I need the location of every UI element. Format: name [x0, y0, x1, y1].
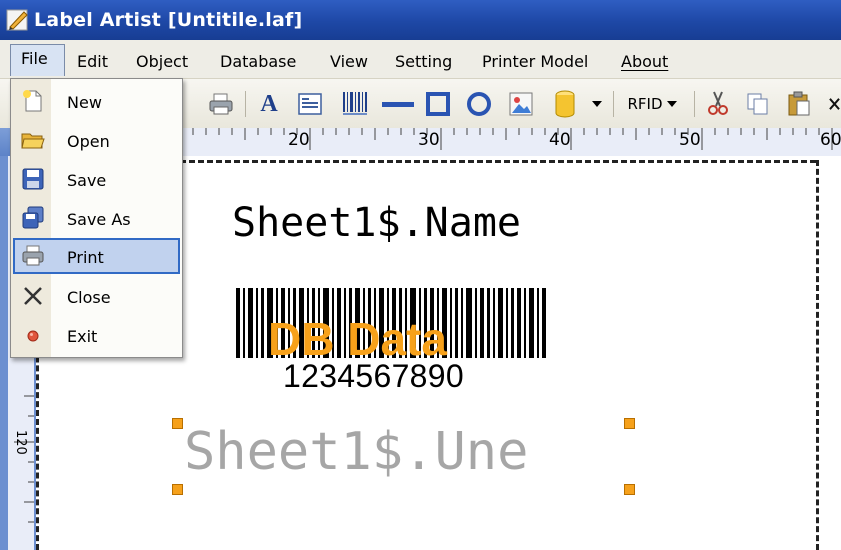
open-folder-icon	[21, 133, 45, 149]
text-tool-glyph: A	[260, 90, 278, 117]
scissors-icon	[708, 91, 728, 115]
text-box-icon	[298, 93, 322, 115]
print-tool-button[interactable]	[206, 90, 236, 118]
menu-database[interactable]: Database	[220, 48, 296, 75]
printer-icon	[22, 245, 44, 266]
close-tool-button[interactable]	[828, 90, 841, 118]
barcode-tool-button[interactable]	[340, 90, 370, 118]
ruler-mark-20: 20	[288, 130, 310, 150]
menu-item-label: Exit	[67, 327, 98, 346]
ruler-scale	[182, 128, 841, 156]
copy-icon	[747, 93, 768, 115]
file-menu-dropdown: New Open Save Save As Print Close Exit	[10, 78, 183, 358]
menu-file[interactable]: File	[10, 44, 65, 76]
resize-handle-top-right[interactable]	[624, 418, 635, 429]
menu-view[interactable]: View	[330, 48, 368, 75]
menu-about[interactable]: About	[621, 48, 668, 75]
line-tool-button[interactable]	[381, 90, 415, 118]
save-disk-icon	[22, 168, 44, 190]
menu-bar: File Edit Object Database View Setting P…	[0, 40, 841, 78]
menu-item-open[interactable]: Open	[13, 122, 180, 158]
text-box-tool-button[interactable]	[296, 90, 324, 118]
menu-item-label: New	[67, 93, 102, 112]
label-artist-app-icon	[6, 9, 28, 31]
save-as-icon	[22, 206, 44, 229]
text-field-une-selected[interactable]: Sheet1$.Une	[184, 422, 528, 482]
cut-button[interactable]	[705, 90, 731, 118]
barcode-digits: 1234567890	[283, 358, 464, 394]
toolbar-separator	[694, 91, 695, 117]
menu-item-exit[interactable]: Exit	[13, 317, 180, 353]
menu-item-new[interactable]: New	[13, 83, 180, 119]
vertical-ruler-mark: 120	[13, 430, 28, 455]
text-tool-button[interactable]: A	[256, 90, 282, 118]
window-title: Label Artist [Untitile.laf]	[34, 9, 303, 31]
resize-handle-bottom-right[interactable]	[624, 484, 635, 495]
paste-clipboard-icon	[788, 91, 810, 116]
paste-button[interactable]	[785, 90, 813, 118]
barcode-icon	[343, 92, 367, 115]
close-x-icon	[24, 287, 42, 305]
rectangle-icon	[426, 92, 450, 116]
ruler-ticks	[192, 128, 833, 150]
printer-icon	[209, 93, 233, 115]
exit-dot-icon	[27, 330, 39, 342]
text-field-name[interactable]: Sheet1$.Name	[232, 200, 521, 246]
ruler-mark-40: 40	[549, 130, 571, 150]
menu-item-save-as[interactable]: Save As	[13, 200, 180, 236]
menu-item-label: Save	[67, 171, 107, 190]
rfid-dropdown-button[interactable]: RFID	[620, 90, 684, 118]
ruler-mark-60: 60	[820, 130, 841, 150]
label-border-right	[816, 160, 819, 550]
chevron-down-icon	[666, 101, 677, 107]
database-cylinder-icon	[555, 90, 575, 118]
ruler-mark-50: 50	[679, 130, 701, 150]
chevron-down-icon	[592, 101, 602, 107]
title-bar: Label Artist [Untitile.laf]	[0, 0, 841, 40]
menu-object[interactable]: Object	[136, 48, 188, 75]
menu-item-label: Open	[67, 132, 110, 151]
close-icon	[829, 98, 840, 110]
copy-button[interactable]	[745, 90, 771, 118]
line-icon	[382, 102, 414, 107]
toolbar-separator	[613, 91, 614, 117]
toolbar-separator	[245, 91, 246, 117]
ellipse-tool-button[interactable]	[465, 90, 493, 118]
menu-item-label: Close	[67, 288, 111, 307]
menu-item-save[interactable]: Save	[13, 161, 180, 197]
menu-item-close[interactable]: Close	[13, 278, 180, 314]
picture-icon	[509, 92, 533, 116]
menu-item-print[interactable]: Print	[13, 238, 180, 274]
image-tool-button[interactable]	[507, 90, 535, 118]
menu-printer-model[interactable]: Printer Model	[482, 48, 588, 75]
new-file-icon	[23, 90, 42, 112]
resize-handle-top-left[interactable]	[172, 418, 183, 429]
menu-item-label: Save As	[67, 210, 131, 229]
ellipse-icon	[467, 92, 491, 116]
menu-item-label: Print	[67, 248, 104, 267]
menu-edit[interactable]: Edit	[77, 48, 108, 75]
database-tool-button[interactable]	[551, 90, 579, 118]
rectangle-tool-button[interactable]	[424, 90, 452, 118]
rfid-label: RFID	[627, 95, 663, 113]
resize-handle-bottom-left[interactable]	[172, 484, 183, 495]
ruler-mark-30: 30	[418, 130, 440, 150]
menu-setting[interactable]: Setting	[395, 48, 452, 75]
database-dropdown-arrow[interactable]	[590, 90, 604, 118]
